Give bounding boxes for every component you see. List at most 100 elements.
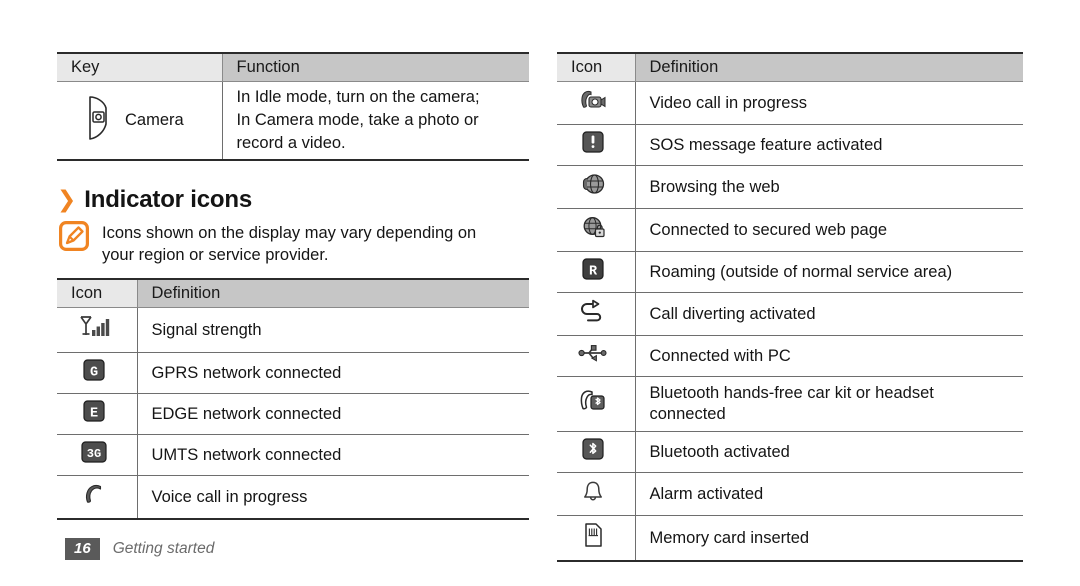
icon-cell (57, 475, 137, 520)
table-row: 3G UMTS network connected (57, 434, 529, 476)
column-header-definition: Definition (136, 278, 529, 308)
table-row: Connected with PC (557, 335, 1023, 377)
table-row: G GPRS network connected (57, 352, 529, 394)
page-number-badge: 16 (65, 538, 100, 560)
table-row: Browsing the web (557, 165, 1023, 209)
definition-line: connected (649, 405, 726, 423)
note-pencil-icon (59, 221, 89, 256)
note-line: your region or service provider. (102, 246, 329, 264)
video-call-icon (579, 88, 607, 118)
definition-cell: EDGE network connected (136, 393, 529, 435)
key-label: Camera (125, 111, 184, 129)
function-line: In Camera mode, take a photo or (236, 111, 479, 129)
definition-line: Bluetooth hands-free car kit or headset (649, 384, 934, 402)
indicator-table-right: Icon Definition Video call in progress S… (557, 52, 1023, 562)
call-diverting-icon (579, 299, 607, 329)
definition-cell: Roaming (outside of normal service area) (634, 251, 1023, 293)
definition-cell: Signal strength (136, 307, 529, 353)
icon-cell (557, 81, 635, 125)
column-header-key: Key (57, 52, 222, 82)
column-header-definition: Definition (634, 52, 1023, 82)
gprs-icon: G (83, 359, 105, 387)
camera-key-icon (81, 94, 111, 148)
chevron-right-icon: ❯ (57, 186, 76, 212)
function-line: record a video. (236, 134, 346, 152)
table-row: Bluetooth hands-free car kit or headset … (557, 376, 1023, 432)
table-row: Alarm activated (557, 472, 1023, 516)
edge-icon: E (83, 400, 105, 428)
table-row: Connected to secured web page (557, 208, 1023, 252)
icon-cell: G (57, 352, 137, 394)
key-function-table: Key Function Camera In Idle mode, turn o… (57, 52, 529, 161)
manual-page: Key Function Camera In Idle mode, turn o… (0, 0, 1080, 586)
umts-3g-icon: 3G (81, 441, 107, 469)
definition-cell: UMTS network connected (136, 434, 529, 476)
note-callout: Icons shown on the display may vary depe… (59, 221, 531, 266)
definition-cell: Connected to secured web page (634, 208, 1023, 252)
icon-cell (557, 208, 635, 252)
indicator-table-left-wrapper: Icon Definition Signal strength G GPRS n… (57, 278, 529, 520)
icon-cell (557, 376, 635, 432)
indicator-table-right-wrapper: Icon Definition Video call in progress S… (557, 52, 1023, 562)
definition-cell: SOS message feature activated (634, 124, 1023, 166)
indicator-table-left: Icon Definition Signal strength G GPRS n… (57, 278, 529, 520)
usb-pc-icon (578, 342, 608, 370)
table-header-row: Key Function (57, 52, 529, 82)
table-row: Video call in progress (557, 81, 1023, 125)
table-header-row: Icon Definition (57, 278, 529, 308)
icon-cell (557, 292, 635, 336)
alarm-icon (581, 479, 605, 509)
table-row: Signal strength (57, 307, 529, 353)
column-header-icon: Icon (57, 278, 137, 308)
definition-cell: GPRS network connected (136, 352, 529, 394)
icon-cell (557, 124, 635, 166)
page-title: Indicator icons (84, 186, 252, 213)
svg-text:R: R (589, 265, 598, 280)
icon-cell (57, 307, 137, 353)
definition-cell: Browsing the web (634, 165, 1023, 209)
icon-cell: 3G (57, 434, 137, 476)
icon-cell (557, 165, 635, 209)
section-heading: ❯ Indicator icons (57, 186, 252, 214)
column-header-icon: Icon (557, 52, 635, 82)
secure-web-icon (580, 215, 606, 245)
key-cell: Camera (57, 81, 222, 161)
voice-call-icon (81, 482, 107, 512)
icon-cell (557, 431, 635, 473)
web-browsing-icon (580, 172, 606, 202)
function-cell: In Idle mode, turn on the camera; In Cam… (221, 81, 529, 161)
definition-cell: Connected with PC (634, 335, 1023, 377)
bluetooth-headset-icon (578, 388, 608, 420)
sos-message-icon (582, 131, 604, 159)
footer-section-label: Getting started (112, 540, 215, 557)
column-header-function: Function (221, 52, 529, 82)
memory-card-icon (582, 522, 604, 554)
table-header-row: Icon Definition (557, 52, 1023, 82)
definition-cell: Bluetooth hands-free car kit or headset … (634, 376, 1023, 432)
function-line: In Idle mode, turn on the camera; (236, 88, 480, 106)
roaming-icon: R (582, 258, 604, 286)
table-row: Call diverting activated (557, 292, 1023, 336)
icon-cell: R (557, 251, 635, 293)
page-footer: 16 Getting started (65, 538, 214, 560)
definition-cell: Bluetooth activated (634, 431, 1023, 473)
table-row: SOS message feature activated (557, 124, 1023, 166)
icon-cell (557, 472, 635, 516)
table-row: Camera In Idle mode, turn on the camera;… (57, 81, 529, 161)
icon-cell (557, 335, 635, 377)
key-function-table-wrapper: Key Function Camera In Idle mode, turn o… (57, 52, 529, 161)
icon-cell: E (57, 393, 137, 435)
signal-strength-icon (78, 314, 110, 346)
definition-cell: Voice call in progress (136, 475, 529, 520)
note-text: Icons shown on the display may vary depe… (102, 221, 476, 266)
svg-text:3G: 3G (87, 447, 101, 461)
definition-cell: Call diverting activated (634, 292, 1023, 336)
table-row: Memory card inserted (557, 515, 1023, 562)
definition-cell: Memory card inserted (634, 515, 1023, 562)
icon-cell (557, 515, 635, 562)
bluetooth-icon (582, 438, 604, 466)
table-row: E EDGE network connected (57, 393, 529, 435)
definition-cell: Video call in progress (634, 81, 1023, 125)
note-line: Icons shown on the display may vary depe… (102, 224, 477, 242)
table-row: Bluetooth activated (557, 431, 1023, 473)
